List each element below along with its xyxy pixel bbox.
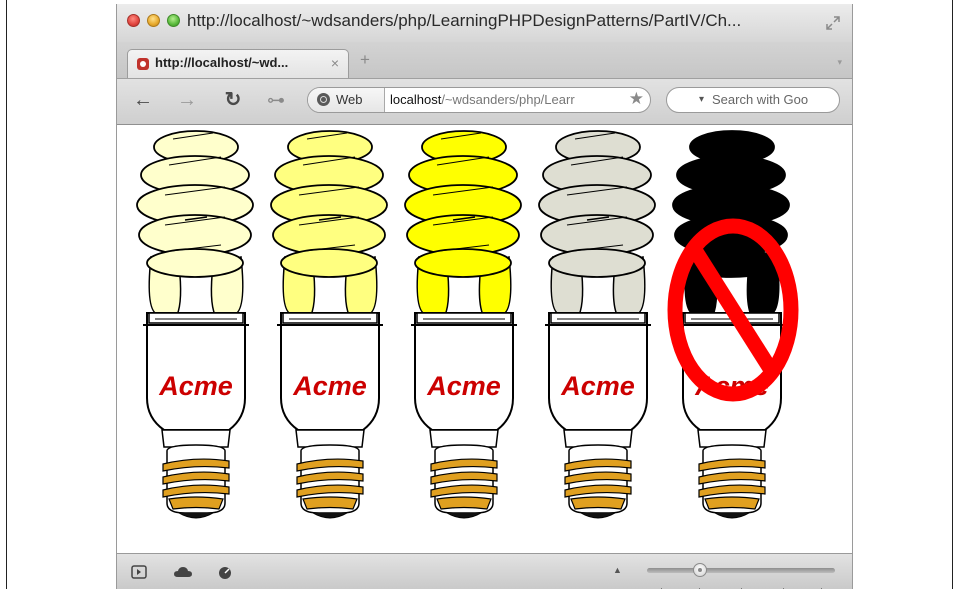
browser-window: http://localhost/~wdsanders/php/Learning… — [116, 4, 853, 589]
bulb-brand-label: Acme — [292, 371, 367, 401]
bulb-brand-label: Acme — [158, 371, 233, 401]
bulb-brand-label: Acme — [560, 371, 635, 401]
zoom-slider-thumb[interactable] — [692, 563, 707, 577]
page-content: Acme Acme Acme Acme Acme — [117, 125, 852, 553]
bulb-brand-label: Acme — [426, 371, 501, 401]
bookmark-star-icon[interactable]: ★ — [629, 89, 644, 109]
back-button[interactable]: ← — [131, 88, 155, 112]
bulb-1: Acme — [136, 130, 254, 519]
bulb-5: Acme — [667, 130, 799, 519]
status-bar: ▲ — [117, 553, 852, 589]
web-search-chip[interactable]: Web — [308, 88, 385, 112]
cloud-icon[interactable] — [173, 565, 193, 579]
close-window-button[interactable] — [127, 14, 140, 27]
key-icon[interactable]: ⊶ — [263, 88, 289, 112]
forward-button[interactable]: → — [175, 88, 199, 112]
sidebar-icon[interactable] — [131, 565, 147, 579]
navigation-toolbar: ← → ↻ ⊶ Web localhost/~wdsanders/php/Lea… — [117, 79, 852, 125]
bulb-4: Acme — [538, 130, 656, 519]
search-placeholder: Search with Goo — [712, 92, 809, 107]
tab-overflow-icon[interactable]: ▾ — [837, 57, 842, 68]
zoom-window-button[interactable] — [167, 14, 180, 27]
search-field[interactable]: ▾ Search with Goo — [666, 87, 840, 113]
speedometer-icon[interactable] — [217, 565, 233, 579]
favicon-icon — [137, 58, 149, 70]
title-bar: http://localhost/~wdsanders/php/Learning… — [117, 4, 852, 42]
frame-border-right — [952, 0, 953, 589]
globe-icon — [317, 93, 330, 106]
url-path: /~wdsanders/php/Learr — [441, 92, 575, 107]
tab-close-icon[interactable]: × — [331, 55, 339, 71]
bulb-3: Acme — [404, 130, 522, 519]
web-chip-label: Web — [336, 92, 363, 107]
search-engine-menu-icon[interactable]: ▾ — [699, 94, 704, 105]
zoom-toggle-icon[interactable]: ▲ — [613, 565, 622, 575]
tab-bar: http://localhost/~wd... × + ▾ — [117, 42, 852, 79]
zoom-slider[interactable] — [647, 563, 835, 589]
url-text[interactable]: localhost/~wdsanders/php/Learr — [390, 92, 625, 107]
fullscreen-icon[interactable] — [824, 14, 842, 32]
address-bar[interactable]: Web localhost/~wdsanders/php/Learr ★ — [307, 87, 651, 113]
frame-border-left — [6, 0, 7, 589]
new-tab-button[interactable]: + — [360, 51, 370, 68]
tab-active[interactable]: http://localhost/~wd... × — [127, 49, 349, 78]
url-host: localhost — [390, 92, 442, 107]
reload-button[interactable]: ↻ — [221, 88, 245, 112]
bulb-2: Acme — [270, 130, 388, 519]
window-title: http://localhost/~wdsanders/php/Learning… — [187, 11, 742, 30]
minimize-window-button[interactable] — [147, 14, 160, 27]
bulbs-illustration: Acme Acme Acme Acme Acme — [136, 130, 799, 519]
tab-label: http://localhost/~wd... — [155, 55, 289, 70]
